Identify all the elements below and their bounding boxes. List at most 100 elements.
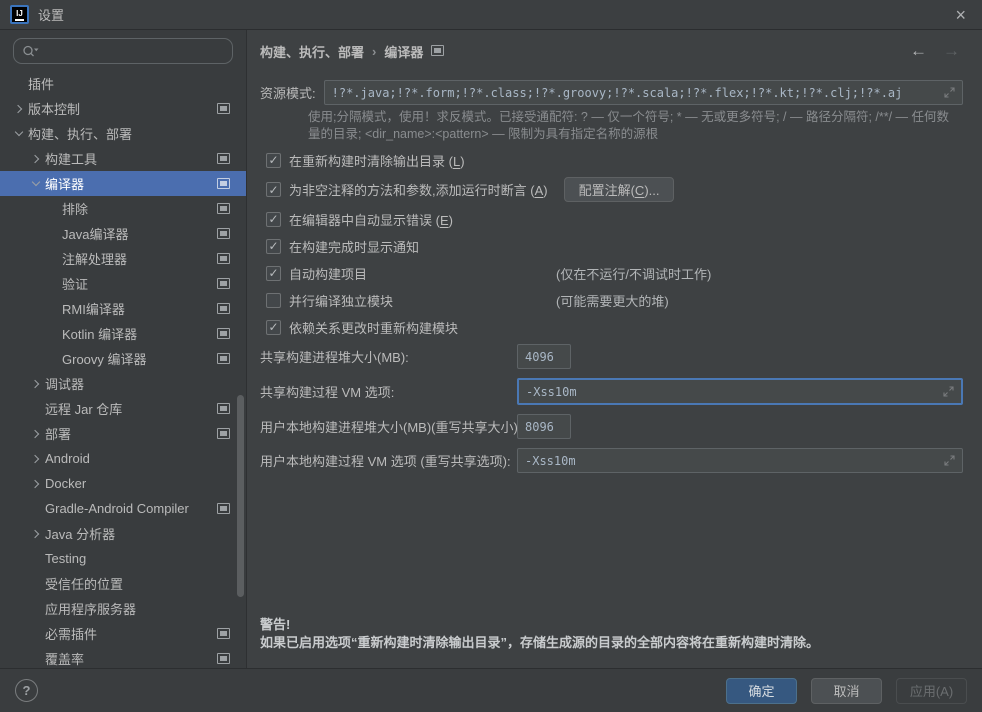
- preview-icon[interactable]: [217, 278, 230, 289]
- sidebar-item-label: Kotlin 编译器: [62, 324, 137, 343]
- chevron-down-icon[interactable]: [10, 126, 28, 142]
- text-field[interactable]: -Xss10m: [517, 448, 963, 473]
- text-field[interactable]: 4096: [517, 344, 571, 369]
- field-label: 共享构建进程堆大小(MB):: [260, 347, 517, 366]
- sidebar-item-label: 排除: [62, 199, 88, 218]
- chevron-right-icon[interactable]: [27, 151, 45, 167]
- title-bar: IJ 设置 ×: [0, 0, 982, 30]
- checkbox[interactable]: ✓: [266, 320, 281, 335]
- preview-icon[interactable]: [217, 653, 230, 664]
- expand-icon[interactable]: [936, 87, 955, 98]
- settings-search-input[interactable]: [43, 44, 224, 59]
- chevron-right-icon[interactable]: [27, 526, 45, 542]
- preview-icon[interactable]: [217, 253, 230, 264]
- preview-icon[interactable]: [217, 503, 230, 514]
- chevron-right-icon[interactable]: [27, 451, 45, 467]
- cancel-button[interactable]: 取消: [811, 678, 882, 704]
- sidebar-item-13[interactable]: 远程 Jar 仓库: [0, 396, 246, 421]
- sidebar-item-label: Java编译器: [62, 224, 128, 243]
- search-box[interactable]: [13, 38, 233, 64]
- preview-icon[interactable]: [217, 428, 230, 439]
- chevron-right-icon[interactable]: [10, 101, 28, 117]
- forward-arrow-icon: →: [943, 41, 960, 61]
- warning-block: 警告! 如果已启用选项“重新构建时清除输出目录”，存储生成源的目录的全部内容将在…: [260, 616, 819, 652]
- chevron-down-icon[interactable]: [27, 176, 45, 192]
- preview-icon[interactable]: [217, 303, 230, 314]
- sidebar-item-label: 覆盖率: [45, 649, 84, 668]
- sidebar-item-16[interactable]: Docker: [0, 471, 246, 496]
- checkbox-label: 在编辑器中自动显示错误 (E): [289, 210, 453, 229]
- chevron-right-icon[interactable]: [27, 476, 45, 492]
- search-icon: [22, 44, 39, 59]
- resource-patterns-label: 资源模式:: [260, 83, 316, 102]
- back-arrow-icon[interactable]: ←: [910, 41, 927, 61]
- preview-icon[interactable]: [217, 628, 230, 639]
- sidebar-item-1[interactable]: 版本控制: [0, 96, 246, 121]
- resource-patterns-input[interactable]: !?*.java;!?*.form;!?*.class;!?*.groovy;!…: [324, 80, 963, 105]
- preview-icon[interactable]: [217, 103, 230, 114]
- expand-icon[interactable]: [936, 455, 955, 466]
- sidebar-item-5[interactable]: 排除: [0, 196, 246, 221]
- sidebar-item-label: Java 分析器: [45, 524, 115, 543]
- sidebar-item-14[interactable]: 部署: [0, 421, 246, 446]
- sidebar-item-2[interactable]: 构建、执行、部署: [0, 121, 246, 146]
- breadcrumb-separator: ›: [372, 44, 376, 59]
- preview-icon[interactable]: [217, 353, 230, 364]
- sidebar-item-10[interactable]: Kotlin 编译器: [0, 321, 246, 346]
- sidebar-item-6[interactable]: Java编译器: [0, 221, 246, 246]
- checkbox[interactable]: ✓: [266, 266, 281, 281]
- preview-icon[interactable]: [217, 403, 230, 414]
- preview-icon[interactable]: [217, 228, 230, 239]
- configure-annotations-button[interactable]: 配置注解(C)...: [564, 177, 675, 202]
- sidebar-item-22[interactable]: 必需插件: [0, 621, 246, 646]
- breadcrumb-build-execution-deployment[interactable]: 构建、执行、部署: [260, 42, 364, 61]
- sidebar-item-11[interactable]: Groovy 编译器: [0, 346, 246, 371]
- text-field[interactable]: -Xss10m: [517, 378, 963, 405]
- breadcrumb: 构建、执行、部署 › 编译器 ← →: [260, 38, 982, 64]
- ok-button[interactable]: 确定: [726, 678, 797, 704]
- sidebar-item-18[interactable]: Java 分析器: [0, 521, 246, 546]
- sidebar-item-8[interactable]: 验证: [0, 271, 246, 296]
- checkbox[interactable]: ✓: [266, 212, 281, 227]
- sidebar-item-9[interactable]: RMI编译器: [0, 296, 246, 321]
- checkbox[interactable]: [266, 293, 281, 308]
- checkbox-row-4: ✓自动构建项目(仅在不运行/不调试时工作): [266, 263, 982, 283]
- sidebar-item-17[interactable]: Gradle-Android Compiler: [0, 496, 246, 521]
- checkbox[interactable]: ✓: [266, 153, 281, 168]
- sidebar-item-20[interactable]: 受信任的位置: [0, 571, 246, 596]
- sidebar-item-7[interactable]: 注解处理器: [0, 246, 246, 271]
- sidebar-item-4[interactable]: 编译器: [0, 171, 246, 196]
- close-icon[interactable]: ×: [949, 6, 972, 24]
- expand-icon[interactable]: [935, 386, 954, 397]
- preview-icon[interactable]: [217, 328, 230, 339]
- sidebar-item-15[interactable]: Android: [0, 446, 246, 471]
- sidebar-item-21[interactable]: 应用程序服务器: [0, 596, 246, 621]
- chevron-right-icon[interactable]: [27, 426, 45, 442]
- checkbox[interactable]: ✓: [266, 182, 281, 197]
- checkbox-label: 为非空注释的方法和参数,添加运行时断言 (A): [289, 180, 548, 199]
- sidebar-item-3[interactable]: 构建工具: [0, 146, 246, 171]
- preview-icon[interactable]: [217, 178, 230, 189]
- chevron-spacer: [27, 651, 45, 667]
- sidebar-item-0[interactable]: 插件: [0, 71, 246, 96]
- build-process-fields: 共享构建进程堆大小(MB):4096共享构建过程 VM 选项:-Xss10m用户…: [260, 344, 982, 473]
- checkbox[interactable]: ✓: [266, 239, 281, 254]
- chevron-right-icon[interactable]: [27, 376, 45, 392]
- field-row-3: 用户本地构建过程 VM 选项 (重写共享选项):-Xss10m: [260, 448, 982, 473]
- preview-icon[interactable]: [217, 153, 230, 164]
- checkbox-row-3: ✓在构建完成时显示通知: [266, 236, 982, 256]
- sidebar-item-label: 远程 Jar 仓库: [45, 399, 122, 418]
- checkbox-row-2: ✓ 在编辑器中自动显示错误 (E): [266, 209, 982, 229]
- sidebar-item-12[interactable]: 调试器: [0, 371, 246, 396]
- preview-icon[interactable]: [217, 203, 230, 214]
- warning-title: 警告!: [260, 616, 819, 634]
- sidebar-scrollbar-thumb[interactable]: [237, 395, 244, 597]
- sidebar-item-label: Testing: [45, 551, 86, 566]
- sidebar-item-23[interactable]: 覆盖率: [0, 646, 246, 668]
- preview-icon[interactable]: [431, 45, 444, 56]
- checkbox-hint: (仅在不运行/不调试时工作): [556, 264, 711, 283]
- sidebar-item-19[interactable]: Testing: [0, 546, 246, 571]
- chevron-spacer: [27, 601, 45, 617]
- help-icon[interactable]: ?: [15, 679, 38, 702]
- text-field[interactable]: 8096: [517, 414, 571, 439]
